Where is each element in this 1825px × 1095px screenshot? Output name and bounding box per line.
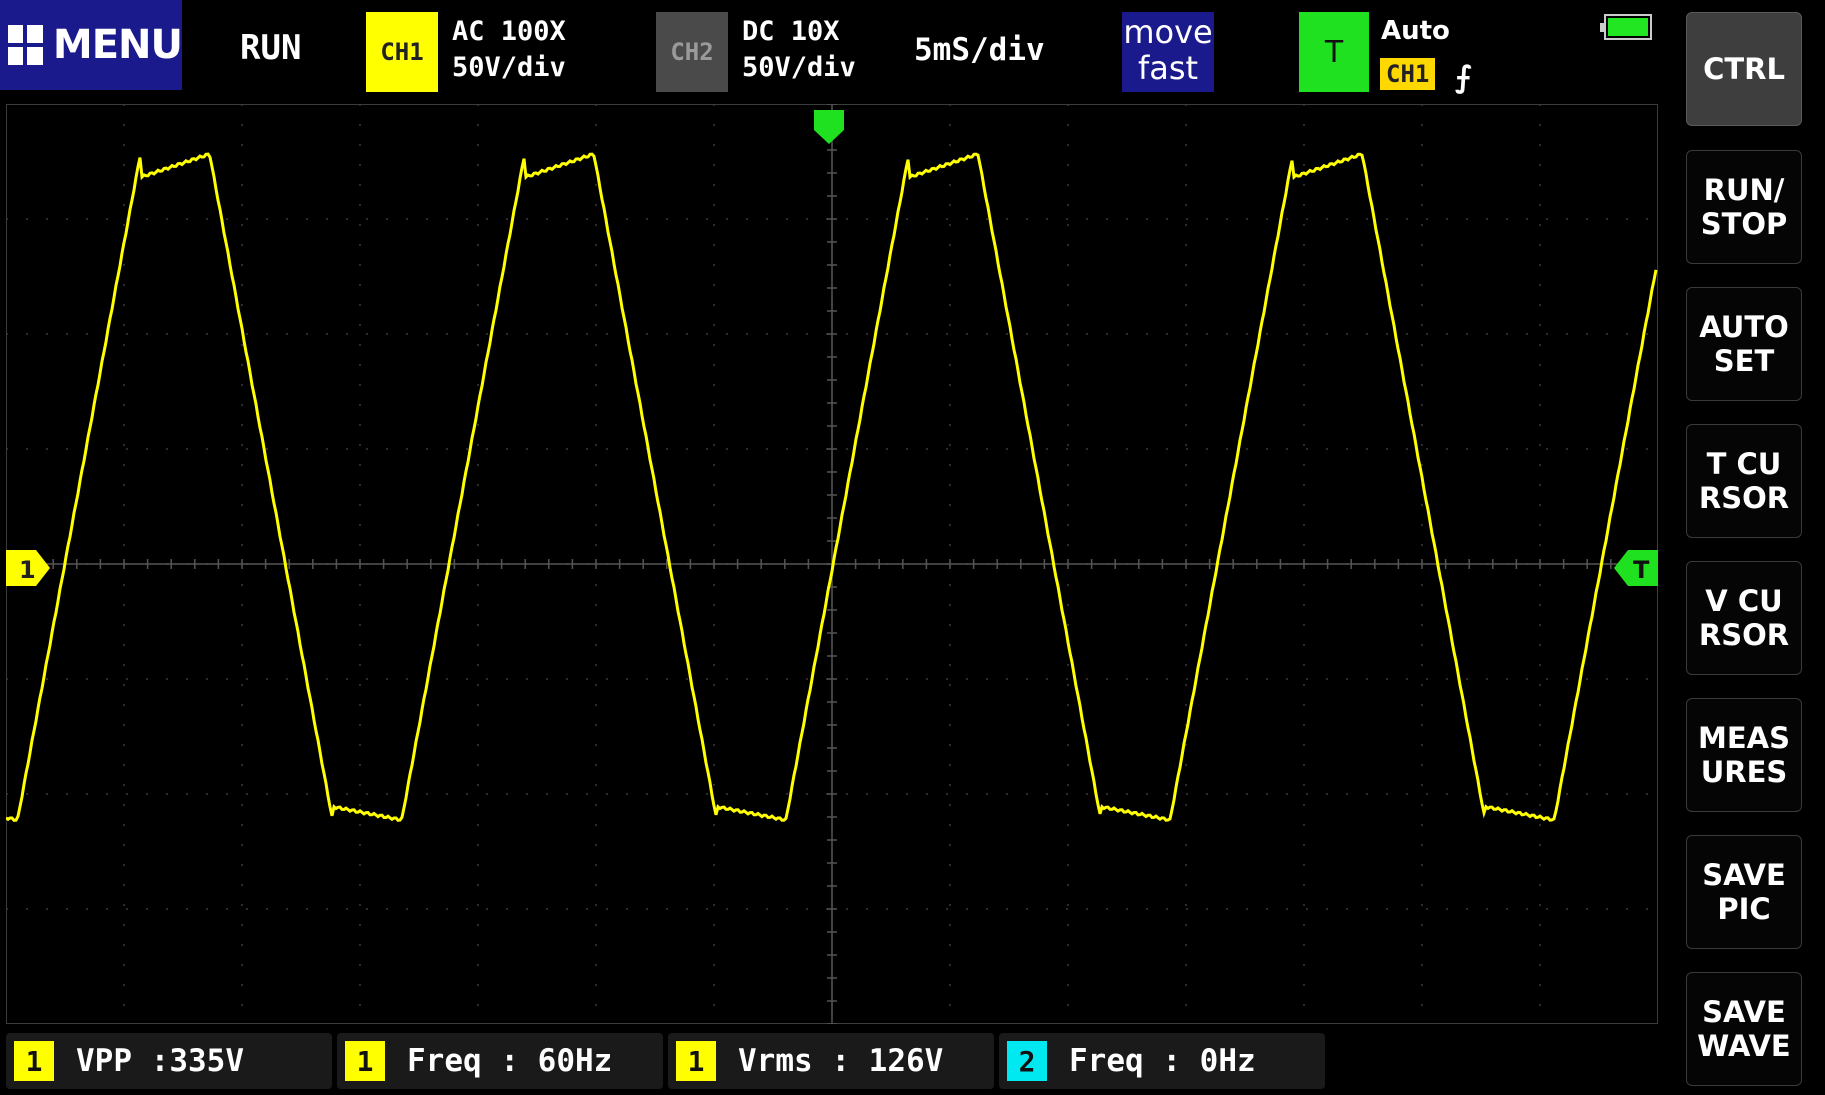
- measurement-sep: :: [1162, 1043, 1181, 1079]
- ch2-button[interactable]: CH2: [656, 12, 728, 92]
- ch1-button[interactable]: CH1: [366, 12, 438, 92]
- measurement-freq-ch2[interactable]: 2 Freq : 0Hz: [999, 1033, 1325, 1089]
- ch1-scale: 50V/div: [452, 52, 566, 83]
- ch1-coupling: AC 100X: [452, 16, 566, 47]
- trigger-button[interactable]: T: [1299, 12, 1369, 92]
- measurement-name: Freq: [1069, 1043, 1144, 1079]
- measurement-name: VPP: [76, 1043, 132, 1079]
- voltage-cursor-button[interactable]: V CU RSOR: [1686, 561, 1802, 675]
- measures-button[interactable]: MEAS URES: [1686, 698, 1802, 812]
- ch2-scale: 50V/div: [742, 52, 856, 83]
- time-cursor-button[interactable]: T CU RSOR: [1686, 424, 1802, 538]
- trigger-mode[interactable]: Auto: [1381, 16, 1450, 46]
- measurement-value: 126V: [868, 1043, 944, 1079]
- auto-set-button[interactable]: AUTO SET: [1686, 287, 1802, 401]
- measurement-name: Vrms: [738, 1043, 813, 1079]
- channel-badge: 1: [676, 1041, 716, 1081]
- channel-badge: 2: [1007, 1041, 1047, 1081]
- battery-full-icon: [1600, 14, 1652, 40]
- measurement-name: Freq: [407, 1043, 482, 1079]
- save-pic-button[interactable]: SAVE PIC: [1686, 835, 1802, 949]
- rising-edge-icon: ⨍: [1455, 60, 1472, 95]
- ctrl-button[interactable]: CTRL: [1686, 12, 1802, 126]
- run-status[interactable]: RUN: [240, 28, 301, 68]
- measurement-sep: :: [831, 1043, 850, 1079]
- ch2-info[interactable]: DC 10X 50V/div: [742, 14, 856, 86]
- timebase[interactable]: 5mS/div: [914, 32, 1045, 68]
- save-wave-button[interactable]: SAVE WAVE: [1686, 972, 1802, 1086]
- measurement-vpp[interactable]: 1 VPP :335V: [6, 1033, 332, 1089]
- run-stop-button[interactable]: RUN/ STOP: [1686, 150, 1802, 264]
- measurement-vrms[interactable]: 1 Vrms : 126V: [668, 1033, 994, 1089]
- measurement-value: 335V: [169, 1043, 244, 1079]
- measurement-value: 60Hz: [537, 1043, 613, 1079]
- move-speed-button[interactable]: move fast: [1122, 12, 1214, 92]
- move-speed: fast: [1137, 49, 1199, 87]
- menu-grid-icon: [8, 25, 43, 65]
- trigger-marker-label: T: [1633, 556, 1650, 584]
- measurement-sep: :: [500, 1043, 519, 1079]
- ch1-marker-label: 1: [19, 556, 36, 584]
- measurement-freq-ch1[interactable]: 1 Freq : 60Hz: [337, 1033, 663, 1089]
- ch1-info[interactable]: AC 100X 50V/div: [452, 14, 566, 86]
- channel-badge: 1: [345, 1041, 385, 1081]
- channel-badge: 1: [14, 1041, 54, 1081]
- scope-display[interactable]: 1 T: [6, 104, 1658, 1024]
- move-label: move: [1123, 13, 1213, 51]
- menu-button[interactable]: MENU: [0, 0, 183, 90]
- trigger-source[interactable]: CH1: [1380, 58, 1436, 90]
- measurement-sep: :: [150, 1043, 170, 1079]
- menu-label: MENU: [52, 22, 183, 68]
- measurement-value: 0Hz: [1199, 1043, 1256, 1079]
- ch2-coupling: DC 10X: [742, 16, 840, 47]
